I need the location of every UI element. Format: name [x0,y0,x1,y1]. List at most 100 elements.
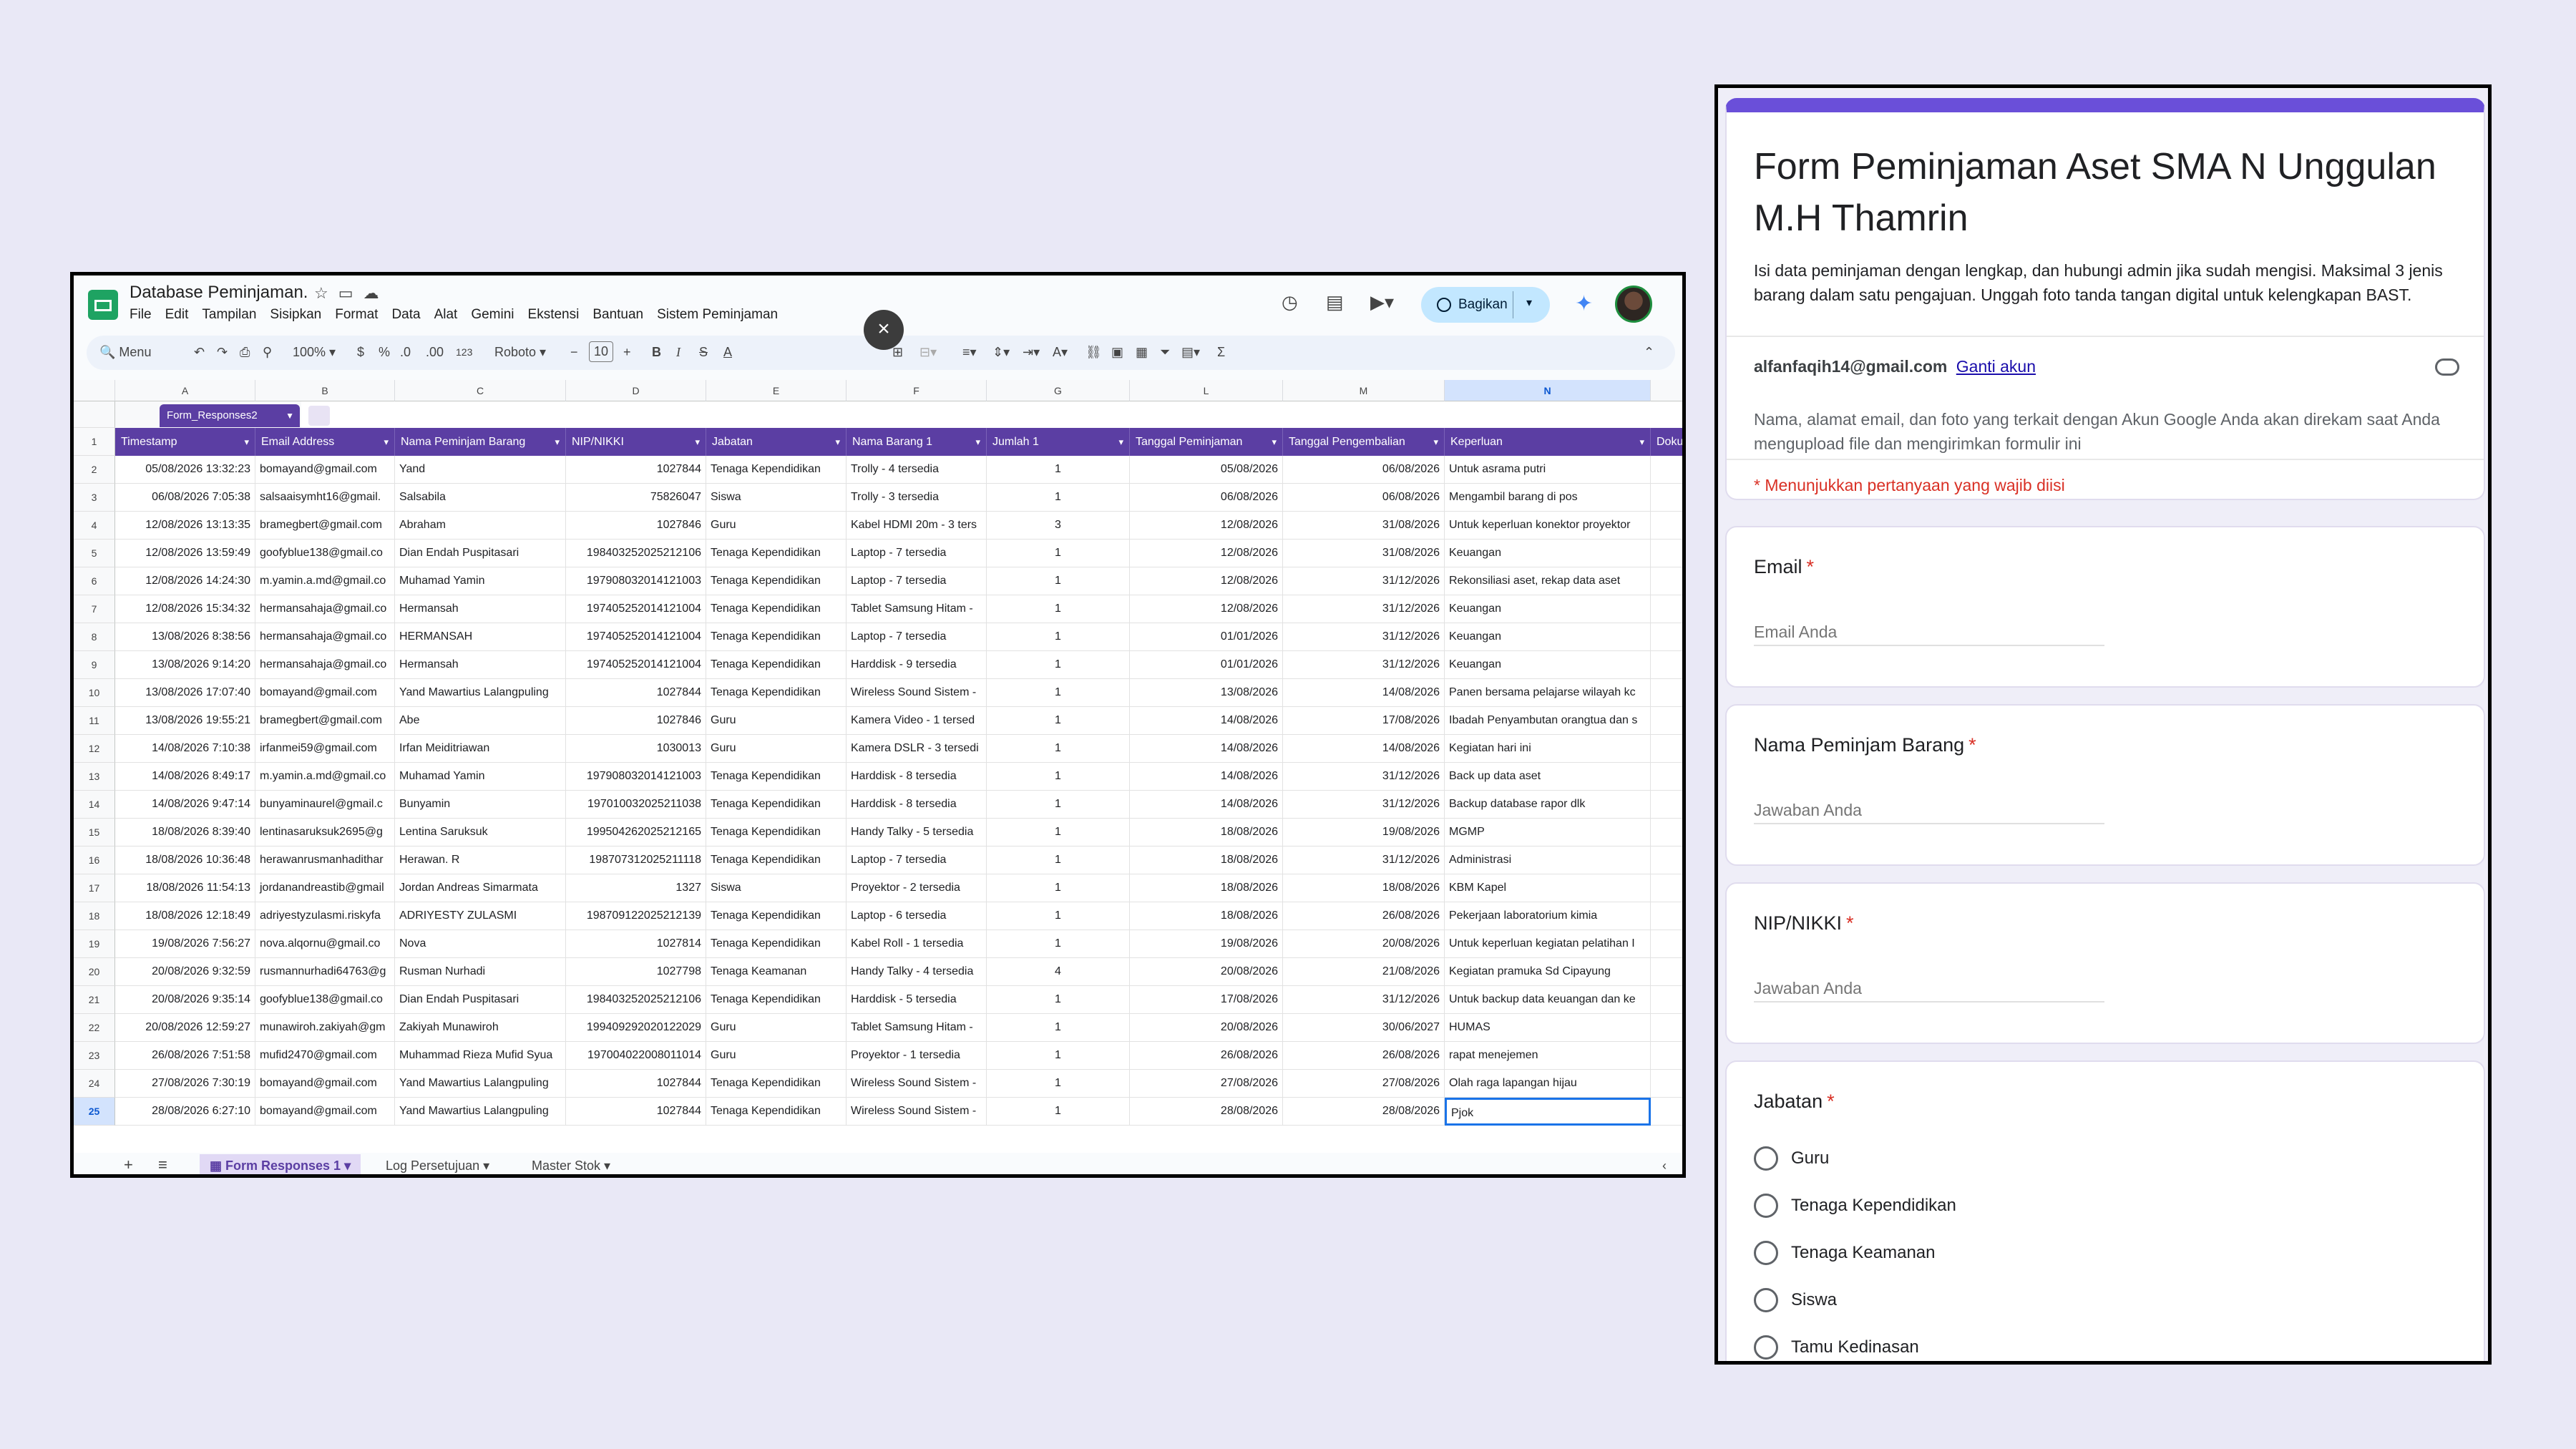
table-cell[interactable] [1651,986,1682,1014]
table-cell[interactable]: Abe [395,707,566,735]
row-header[interactable]: 1 [74,428,115,456]
functions-icon[interactable]: Σ [1217,345,1225,360]
table-cell[interactable]: 28/08/2026 [1130,1098,1283,1126]
row-header[interactable]: 7 [74,595,115,623]
table-cell[interactable] [1651,1014,1682,1042]
table-cell[interactable]: HERMANSAH [395,623,566,651]
vertical-align-icon[interactable]: ⇕▾ [992,345,1010,360]
table-cell[interactable]: Kabel Roll - 1 tersedia [847,930,987,958]
table-cell[interactable] [1651,484,1682,512]
table-cell[interactable]: 1 [987,986,1130,1014]
table-cell[interactable]: Kamera DSLR - 3 tersedi [847,735,987,763]
table-cell[interactable]: Zakiyah Munawiroh [395,1014,566,1042]
table-cell[interactable]: Harddisk - 8 tersedia [847,791,987,819]
table-cell[interactable]: Nova [395,930,566,958]
table-cell[interactable]: munawiroh.zakiyah@gm [255,1014,395,1042]
table-cell[interactable]: 1 [987,930,1130,958]
table-cell[interactable] [1651,623,1682,651]
table-cell[interactable]: 1027814 [566,930,706,958]
increase-decimal-button[interactable]: .00 [426,345,444,360]
table-cell[interactable]: m.yamin.a.md@gmail.co [255,567,395,595]
table-cell[interactable]: 1027844 [566,456,706,484]
table-cell[interactable]: hermansahaja@gmail.co [255,595,395,623]
table-cell[interactable]: Guru [706,707,847,735]
table-cell[interactable]: 1 [987,791,1130,819]
table-cell[interactable]: Yand Mawartius Lalangpuling [395,1098,566,1126]
table-cell[interactable]: 12/08/2026 [1130,540,1283,567]
table-cell[interactable]: 1 [987,874,1130,902]
text-color-icon[interactable]: A [723,345,732,360]
table-cell[interactable] [1651,763,1682,791]
table-cell[interactable]: Wireless Sound Sistem - [847,1098,987,1126]
table-cell[interactable] [1651,512,1682,540]
table-cell[interactable]: 198403252025212106 [566,540,706,567]
table-cell[interactable] [1651,791,1682,819]
table-cell[interactable]: Tenaga Kependidikan [706,819,847,847]
table-cell[interactable]: rapat menejemen [1445,1042,1651,1070]
table-cell[interactable]: Harddisk - 8 tersedia [847,763,987,791]
table-cell[interactable]: Pekerjaan laboratorium kimia [1445,902,1651,930]
row-header[interactable]: 25 [74,1098,115,1126]
table-cell[interactable]: 14/08/2026 [1130,735,1283,763]
table-cell[interactable]: Tenaga Kependidikan [706,791,847,819]
row-header[interactable]: 18 [74,902,115,930]
table-cell[interactable]: bunyaminaurel@gmail.c [255,791,395,819]
table-cell[interactable]: Tenaga Keamanan [706,958,847,986]
zoom-select[interactable]: 100% ▾ [293,345,336,360]
italic-icon[interactable]: I [676,345,680,360]
table-cell[interactable]: irfanmei59@gmail.com [255,735,395,763]
table-cell[interactable]: 1 [987,847,1130,874]
table-cell[interactable]: Harddisk - 5 tersedia [847,986,987,1014]
table-cell[interactable] [1651,930,1682,958]
decrease-decimal-button[interactable]: .0 [400,345,411,360]
table-cell[interactable] [1651,651,1682,679]
table-cell[interactable] [1651,735,1682,763]
history-icon[interactable]: ◷ [1282,291,1298,313]
table-cell[interactable]: 13/08/2026 [1130,679,1283,707]
sheets-logo-icon[interactable] [88,290,118,320]
table-cell[interactable]: m.yamin.a.md@gmail.co [255,763,395,791]
menu-item-alat[interactable]: Alat [434,307,458,323]
table-cell[interactable]: 1027798 [566,958,706,986]
table-cell[interactable]: 14/08/2026 [1283,735,1445,763]
table-cell[interactable]: 20/08/2026 9:35:14 [115,986,255,1014]
table-cell[interactable]: adriyestyzulasmi.riskyfa [255,902,395,930]
table-cell[interactable]: mufid2470@gmail.com [255,1042,395,1070]
table-cell[interactable] [1651,1042,1682,1070]
table-cell[interactable]: goofyblue138@gmail.co [255,540,395,567]
table-cell[interactable]: Harddisk - 9 tersedia [847,651,987,679]
column-header-cell[interactable]: Jumlah 1 ▾ [987,428,1130,456]
table-cell[interactable]: Kegiatan hari ini [1445,735,1651,763]
table-cell[interactable]: HUMAS [1445,1014,1651,1042]
column-filter-chevron-icon[interactable]: ▾ [835,428,840,456]
table-cell[interactable]: Laptop - 7 tersedia [847,623,987,651]
font-size-increase-icon[interactable]: + [623,345,631,360]
table-cell[interactable]: 18/08/2026 8:39:40 [115,819,255,847]
move-folder-icon[interactable]: ▭ [338,284,364,302]
table-cell[interactable] [1651,874,1682,902]
table-cell[interactable]: MGMP [1445,819,1651,847]
bold-icon[interactable]: B [652,345,661,360]
column-filter-chevron-icon[interactable]: ▾ [695,428,700,456]
column-filter-chevron-icon[interactable]: ▾ [244,428,249,456]
menu-item-sisipkan[interactable]: Sisipkan [270,307,321,323]
table-cell[interactable]: Keuangan [1445,595,1651,623]
radio-option-siswa[interactable]: Siswa [1754,1288,1837,1312]
add-sheet-icon[interactable]: + [124,1156,133,1174]
close-icon[interactable]: × [864,310,904,350]
table-cell[interactable] [1651,1070,1682,1098]
table-cell[interactable]: Herawan. R [395,847,566,874]
table-cell[interactable]: 26/08/2026 7:51:58 [115,1042,255,1070]
table-cell[interactable]: Guru [706,1042,847,1070]
table-cell[interactable]: Tablet Samsung Hitam - [847,595,987,623]
table-cell[interactable]: Tenaga Kependidikan [706,567,847,595]
table-cell[interactable]: 1 [987,484,1130,512]
table-cell[interactable]: hermansahaja@gmail.co [255,623,395,651]
table-cell[interactable]: 1 [987,707,1130,735]
table-cell[interactable]: Muhamad Yamin [395,567,566,595]
collapse-toolbar-icon[interactable]: ⌃ [1644,345,1654,360]
table-cell[interactable]: 31/12/2026 [1283,986,1445,1014]
spreadsheet-grid[interactable]: Form_Responses2 ▼ A B C D E F G L M N 1 Timestamp ▾ E… [74,380,1682,1153]
table-cell[interactable]: 20/08/2026 9:32:59 [115,958,255,986]
table-cell[interactable]: 12/08/2026 [1130,567,1283,595]
